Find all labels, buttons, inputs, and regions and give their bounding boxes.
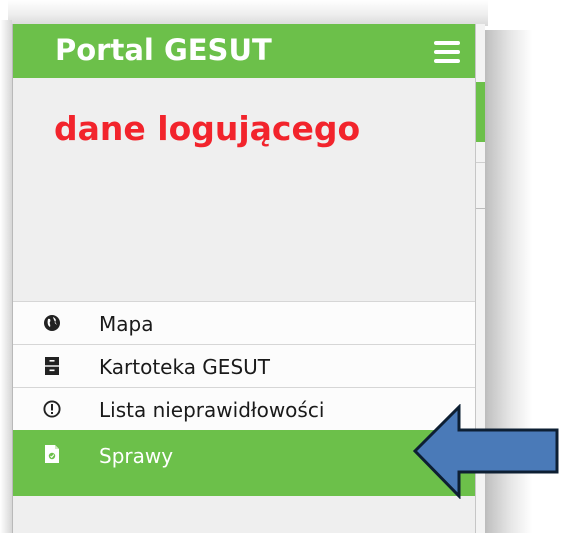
screenshot-stage: Portal GESUT dane logującego Mapa Kartot…: [0, 0, 563, 533]
app-title: Portal GESUT: [55, 33, 272, 67]
menu-item-label: Sprawy: [99, 444, 174, 468]
nav-menu: Mapa Kartoteka GESUT Lista nieprawidłowo…: [13, 301, 475, 496]
panel-header: Portal GESUT: [13, 24, 475, 78]
document-icon: [45, 445, 59, 463]
side-panel: Portal GESUT dane logującego Mapa Kartot…: [12, 24, 476, 533]
menu-item-kartoteka-gesut[interactable]: Kartoteka GESUT: [13, 344, 475, 387]
globe-icon: [44, 315, 60, 331]
menu-item-mapa[interactable]: Mapa: [13, 301, 475, 344]
menu-item-label: Mapa: [99, 312, 154, 336]
frame-shadow-top: [8, 0, 488, 26]
annotation-arrow: [412, 404, 559, 499]
file-cabinet-icon: [45, 357, 59, 375]
user-info-area: dane logującego: [13, 78, 475, 301]
hamburger-icon[interactable]: [434, 41, 460, 63]
menu-item-label: Kartoteka GESUT: [99, 355, 270, 379]
frame-shadow-left: [0, 20, 12, 533]
menu-item-lista-nieprawidlowosci[interactable]: Lista nieprawidłowości: [13, 387, 475, 430]
exclamation-circle-icon: [43, 400, 61, 418]
user-placeholder-label: dane logującego: [54, 109, 361, 148]
menu-item-label: Lista nieprawidłowości: [99, 398, 325, 422]
menu-item-sprawy[interactable]: Sprawy: [13, 430, 475, 496]
